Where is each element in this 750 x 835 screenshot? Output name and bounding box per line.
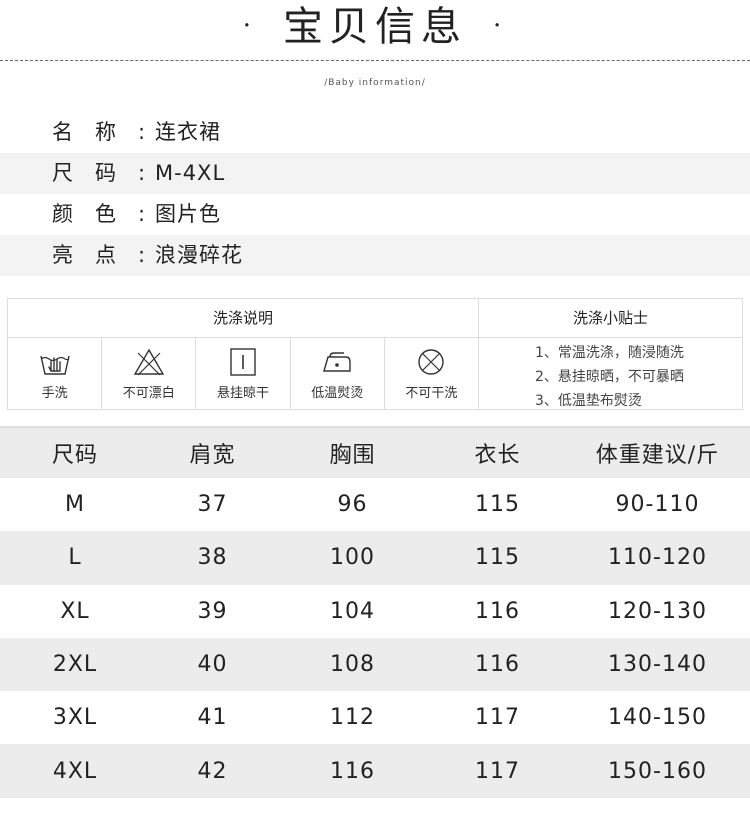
care-item-label: 不可漂白 xyxy=(122,385,175,401)
column-header-weight: 体重建议/斤 xyxy=(595,443,720,468)
info-row-size: 尺码: M-4XL xyxy=(0,153,750,194)
no-dry-clean-icon xyxy=(418,348,445,375)
table-cell: 41 xyxy=(197,705,228,731)
table-cell: 116 xyxy=(475,652,520,678)
table-cell: 117 xyxy=(475,758,520,784)
table-cell: 90-110 xyxy=(615,492,700,518)
table-cell: 40 xyxy=(197,652,228,678)
care-tip: 3、低温垫布熨烫 xyxy=(535,393,642,409)
care-tip-list: 1、常温洗涤，随浸随洗 2、悬挂晾晒，不可暴晒 3、低温垫布熨烫 xyxy=(479,338,742,413)
info-key: 亮点: xyxy=(52,243,168,267)
care-instructions: 洗涤说明 手洗 不可漂白 悬挂晾干 低温熨烫 不可干洗 xyxy=(8,299,479,409)
info-row-color: 颜色: 图片色 xyxy=(0,194,750,235)
table-cell: 42 xyxy=(197,758,228,784)
header: · 宝贝信息 · xyxy=(0,0,750,62)
care-item-label: 低温熨烫 xyxy=(311,385,364,401)
care-tip: 2、悬挂晾晒，不可暴晒 xyxy=(535,369,684,385)
table-cell: 3XL xyxy=(52,705,98,731)
table-row: 4XL 42 116 117 150-160 xyxy=(0,744,750,798)
hang-dry-icon xyxy=(230,347,256,376)
table-cell: 120-130 xyxy=(608,598,707,624)
table-cell: XL xyxy=(60,598,90,624)
no-bleach-icon xyxy=(133,348,165,375)
info-value: M-4XL xyxy=(155,161,226,185)
table-cell: 112 xyxy=(330,705,375,731)
page-title: 宝贝信息 xyxy=(283,4,467,50)
care-tips-title: 洗涤小贴士 xyxy=(479,299,742,338)
table-row: XL 39 104 116 120-130 xyxy=(0,585,750,638)
table-cell: 2XL xyxy=(52,652,98,678)
info-value: 浪漫碎花 xyxy=(155,243,243,267)
table-cell: 37 xyxy=(197,492,228,518)
table-cell: 108 xyxy=(330,652,375,678)
size-table: 尺码 肩宽 胸围 衣长 体重建议/斤 M 37 96 115 90-110 L … xyxy=(0,426,750,798)
table-cell: 110-120 xyxy=(608,545,707,571)
product-info: 名称: 连衣裙 尺码: M-4XL 颜色: 图片色 亮点: 浪漫碎花 xyxy=(0,112,750,276)
care-item-no-dry-clean: 不可干洗 xyxy=(385,338,478,409)
care-panel: 洗涤说明 手洗 不可漂白 悬挂晾干 低温熨烫 不可干洗 洗涤小贴士 1、常温洗涤… xyxy=(7,298,743,410)
table-row: M 37 96 115 90-110 xyxy=(0,478,750,531)
column-header-bust: 胸围 xyxy=(329,443,376,468)
table-cell: 38 xyxy=(197,545,228,571)
title-row: · 宝贝信息 · xyxy=(0,4,750,55)
column-header-shoulder: 肩宽 xyxy=(189,443,236,468)
care-icon-row: 手洗 不可漂白 悬挂晾干 低温熨烫 不可干洗 xyxy=(8,338,478,409)
care-tips: 洗涤小贴士 1、常温洗涤，随浸随洗 2、悬挂晾晒，不可暴晒 3、低温垫布熨烫 xyxy=(479,299,742,409)
column-header-size: 尺码 xyxy=(51,443,98,468)
info-key: 尺码: xyxy=(52,161,168,185)
info-row-highlight: 亮点: 浪漫碎花 xyxy=(0,235,750,276)
table-cell: 104 xyxy=(330,598,375,624)
table-row: L 38 100 115 110-120 xyxy=(0,531,750,585)
care-item-label: 悬挂晾干 xyxy=(217,385,270,401)
info-key: 颜色: xyxy=(52,202,168,226)
care-item-no-bleach: 不可漂白 xyxy=(102,338,197,409)
table-cell: 150-160 xyxy=(608,758,707,784)
table-cell: 116 xyxy=(330,758,375,784)
dashed-divider xyxy=(0,60,750,61)
care-item-hang-dry: 悬挂晾干 xyxy=(196,338,291,409)
title-dot-right: · xyxy=(493,11,508,41)
table-cell: 96 xyxy=(337,492,368,518)
table-cell: 140-150 xyxy=(608,705,707,731)
care-item-label: 手洗 xyxy=(41,385,68,401)
care-item-label: 不可干洗 xyxy=(405,385,458,401)
hand-wash-icon xyxy=(39,355,70,375)
info-value: 连衣裙 xyxy=(155,120,221,144)
care-item-hand-wash: 手洗 xyxy=(8,338,103,409)
size-table-header: 尺码 肩宽 胸围 衣长 体重建议/斤 xyxy=(0,426,750,478)
table-row: 2XL 40 108 116 130-140 xyxy=(0,637,750,692)
care-instructions-title: 洗涤说明 xyxy=(8,299,478,338)
table-cell: 117 xyxy=(475,705,520,731)
table-cell: 116 xyxy=(475,598,520,624)
table-cell: 115 xyxy=(475,492,520,518)
table-cell: M xyxy=(65,492,85,518)
table-cell: 39 xyxy=(197,598,228,624)
table-cell: 115 xyxy=(475,545,520,571)
info-row-name: 名称: 连衣裙 xyxy=(0,112,750,153)
info-key: 名称: xyxy=(52,120,168,144)
info-value: 图片色 xyxy=(155,202,221,226)
title-dot-left: · xyxy=(242,11,257,41)
table-cell: L xyxy=(68,545,82,571)
care-item-low-iron: 低温熨烫 xyxy=(291,338,385,409)
table-cell: 4XL xyxy=(52,758,98,784)
column-header-length: 衣长 xyxy=(474,443,521,468)
care-tip: 1、常温洗涤，随浸随洗 xyxy=(535,345,684,361)
table-cell: 130-140 xyxy=(608,652,707,678)
table-row: 3XL 41 112 117 140-150 xyxy=(0,691,750,744)
table-cell: 100 xyxy=(330,545,375,571)
low-iron-icon xyxy=(323,351,351,372)
page-subtitle: /Baby information/ xyxy=(324,78,426,88)
